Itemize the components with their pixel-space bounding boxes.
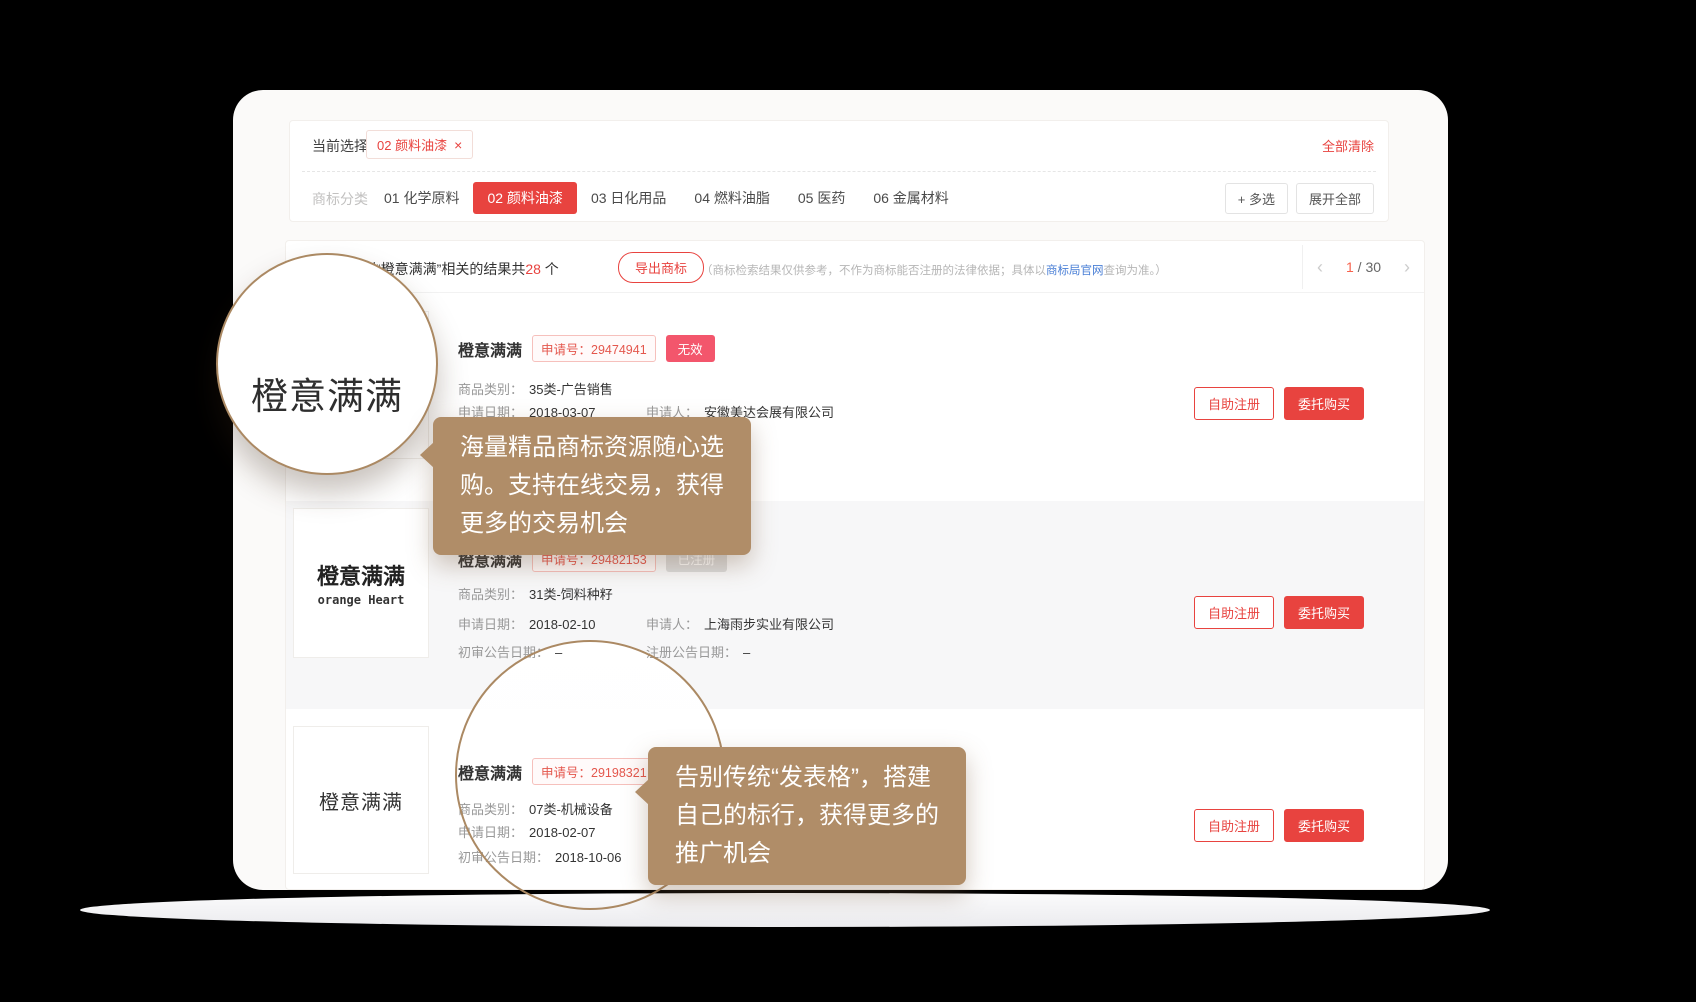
field-category-label: 商品类别： [458,382,523,397]
category-item-03[interactable]: 03 日化用品 [577,182,680,214]
tooltip-line: 推广机会 [675,835,939,873]
field-apply-date-label: 申请日期： [458,617,523,632]
filter-buttons: + 多选 展开全部 [1225,183,1374,214]
field-reg-publish-label: 注册公告日期： [646,645,737,660]
entrust-buy-button[interactable]: 委托购买 [1284,809,1364,842]
selected-filter-tag-label: 02 颜料油漆 [377,135,447,154]
trademark-image-subtext: orange Heart [318,593,405,607]
application-number-chip: 申请号：29474941 [532,335,656,362]
tooltip-line: 更多的交易机会 [460,505,724,543]
tooltip-line: 自己的标行，获得更多的 [675,797,939,835]
category-group-label: 商标分类 [312,189,368,209]
category-item-05[interactable]: 05 医药 [784,182,859,214]
pagination: ‹ 1 / 30 › [1302,245,1424,289]
field-applicant-label: 申请人： [646,617,698,632]
field-applicant: 申请人： 上海雨步实业有限公司 [646,614,834,633]
category-item-06[interactable]: 06 金属材料 [859,182,962,214]
trademark-image-text: 橙意满满 [319,786,403,815]
row-actions: 自助注册 委托购买 [1194,809,1364,842]
application-number-label: 申请号： [541,553,591,567]
row-actions: 自助注册 委托购买 [1194,596,1364,629]
multi-select-button[interactable]: + 多选 [1225,183,1288,214]
page-separator: / [1354,259,1366,275]
tooltip-promotion: 告别传统“发表格”，搭建 自己的标行，获得更多的 推广机会 [648,747,966,885]
tooltip-marketplace: 海量精品商标资源随心选 购。支持在线交易，获得 更多的交易机会 [433,417,751,555]
tooltip-line: 购。支持在线交易，获得 [460,467,724,505]
results-header: 为您检索到“橙意满满”相关的结果共28 个 导出商标 （商标检索结果仅供参考，不… [286,241,1424,293]
application-number-value: 29482153 [591,553,647,567]
field-category: 商品类别： 35类-广告销售 [458,379,613,398]
entrust-buy-button[interactable]: 委托购买 [1284,596,1364,629]
chevron-left-icon[interactable]: ‹ [1317,258,1323,276]
field-category-value: 35类-广告销售 [529,382,613,397]
field-category-label: 商品类别： [458,587,523,602]
field-reg-publish: 注册公告日期：– [646,642,750,661]
category-list: 01 化学原料 02 颜料油漆 03 日化用品 04 燃料油脂 05 医药 06… [370,182,963,214]
self-register-button[interactable]: 自助注册 [1194,596,1274,629]
trademark-title-line: 橙意满满 申请号：29474941 无效 [458,335,715,362]
disclaimer-suffix: 查询为准。） [1104,265,1167,277]
results-count: 28 [525,261,541,277]
self-register-button[interactable]: 自助注册 [1194,387,1274,420]
dashed-divider [302,171,1376,172]
tooltip-arrow-left-icon [635,779,649,805]
field-apply-date-value: 2018-02-10 [529,617,596,632]
trademark-image: 橙意满满 [293,726,429,874]
category-item-01[interactable]: 01 化学原料 [370,182,473,214]
results-disclaimer: （商标检索结果仅供参考，不作为商标能否注册的法律依据；具体以商标局官网查询为准。… [701,262,1167,278]
clear-all-link[interactable]: 全部清除 [1322,136,1374,155]
page-total: 30 [1365,259,1381,275]
tooltip-line: 告别传统“发表格”，搭建 [675,759,939,797]
field-apply-date: 申请日期：2018-02-10 申请人：上海雨步实业有限公司 [458,614,596,633]
filter-panel: 当前选择 02 颜料油漆 × 全部清除 商标分类 01 化学原料 02 颜料油漆… [289,120,1389,222]
entrust-buy-button[interactable]: 委托购买 [1284,387,1364,420]
magnified-trademark-text: 橙意满满 [251,366,403,420]
laptop-base-band [80,893,1490,927]
results-count-suffix: 个 [541,261,559,277]
application-number-label: 申请号： [541,343,591,357]
disclaimer-prefix: （商标检索结果仅供参考，不作为商标能否注册的法律依据；具体以 [701,265,1046,277]
field-category: 商品类别： 31类-饲料种籽 [458,584,613,603]
category-item-04[interactable]: 04 燃料油脂 [680,182,783,214]
status-badge: 无效 [666,335,715,362]
trademark-image-text: 橙意满满 [317,559,405,591]
field-applicant-value: 上海雨步实业有限公司 [704,617,834,632]
row-actions: 自助注册 委托购买 [1194,387,1364,420]
trademark-name: 橙意满满 [458,337,522,361]
category-item-02-selected[interactable]: 02 颜料油漆 [473,182,576,214]
page-indicator: 1 / 30 [1346,259,1381,275]
application-number-value: 29474941 [591,343,647,357]
chevron-right-icon[interactable]: › [1404,258,1410,276]
tooltip-line: 海量精品商标资源随心选 [460,429,724,467]
expand-all-button[interactable]: 展开全部 [1296,183,1374,214]
current-selection-label: 当前选择 [312,136,368,156]
close-icon[interactable]: × [454,138,462,152]
trademark-office-link[interactable]: 商标局官网 [1046,265,1104,277]
screenshot-stage: 当前选择 02 颜料油漆 × 全部清除 商标分类 01 化学原料 02 颜料油漆… [0,0,1696,1002]
page-current: 1 [1346,259,1354,275]
field-category-value: 31类-饲料种籽 [529,587,613,602]
field-reg-publish-value: – [743,645,750,660]
magnifier-circle-trademark: 橙意满满 [216,253,438,475]
export-trademark-button[interactable]: 导出商标 [618,252,704,283]
self-register-button[interactable]: 自助注册 [1194,809,1274,842]
selected-filter-tag[interactable]: 02 颜料油漆 × [366,130,473,159]
tooltip-arrow-left-icon [420,442,434,468]
trademark-image: 橙意满满 orange Heart [293,508,429,658]
